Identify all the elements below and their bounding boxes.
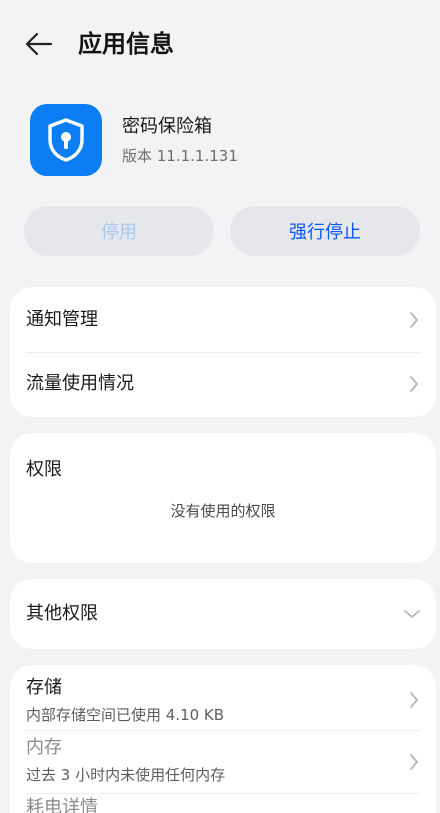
app-info-page: 应用信息 密码保险箱 版本 11.1.1.131 停用 强行停止 通知管理 流量… xyxy=(0,0,440,813)
shield-lock-icon xyxy=(48,118,84,162)
app-version: 版本 11.1.1.131 xyxy=(122,147,238,165)
chevron-right-icon xyxy=(408,752,420,772)
app-name: 密码保险箱 xyxy=(122,116,212,137)
app-icon xyxy=(30,104,102,176)
storage-card: 存储 内部存储空间已使用 4.10 KB 内存 过去 3 小时内未使用任何内存 … xyxy=(10,665,436,813)
app-summary: 密码保险箱 版本 11.1.1.131 xyxy=(30,104,420,176)
back-button[interactable] xyxy=(22,28,56,60)
storage-row[interactable]: 存储 内部存储空间已使用 4.10 KB xyxy=(10,665,436,729)
header: 应用信息 xyxy=(0,0,440,88)
chevron-down-icon xyxy=(402,604,422,624)
memory-row[interactable]: 内存 过去 3 小时内未使用任何内存 xyxy=(10,731,436,793)
chevron-right-icon xyxy=(408,374,420,394)
data-usage-label: 流量使用情况 xyxy=(26,373,134,394)
permissions-card: 权限 没有使用的权限 xyxy=(10,433,436,563)
memory-desc: 过去 3 小时内未使用任何内存 xyxy=(26,766,226,784)
other-permissions-row[interactable]: 其他权限 xyxy=(10,579,436,649)
storage-desc: 内部存储空间已使用 4.10 KB xyxy=(26,706,225,724)
notification-management-label: 通知管理 xyxy=(26,309,98,330)
disable-button[interactable]: 停用 xyxy=(24,206,214,256)
chevron-right-icon xyxy=(408,690,420,710)
storage-title: 存储 xyxy=(26,677,62,698)
settings-card: 通知管理 流量使用情况 xyxy=(10,287,436,417)
arrow-left-icon xyxy=(25,32,53,56)
other-permissions-card: 其他权限 xyxy=(10,579,436,649)
battery-details-row[interactable]: 耗电详情 xyxy=(10,794,436,813)
other-permissions-label: 其他权限 xyxy=(26,603,98,624)
no-permissions-text: 没有使用的权限 xyxy=(170,502,276,520)
data-usage-row[interactable]: 流量使用情况 xyxy=(10,352,436,417)
memory-title: 内存 xyxy=(26,737,62,758)
notification-management-row[interactable]: 通知管理 xyxy=(10,287,436,352)
battery-details-title: 耗电详情 xyxy=(26,797,98,813)
chevron-right-icon xyxy=(408,310,420,330)
permissions-title: 权限 xyxy=(26,459,62,480)
force-stop-button[interactable]: 强行停止 xyxy=(230,206,420,256)
page-title: 应用信息 xyxy=(78,30,174,58)
action-buttons: 停用 强行停止 xyxy=(24,206,420,256)
